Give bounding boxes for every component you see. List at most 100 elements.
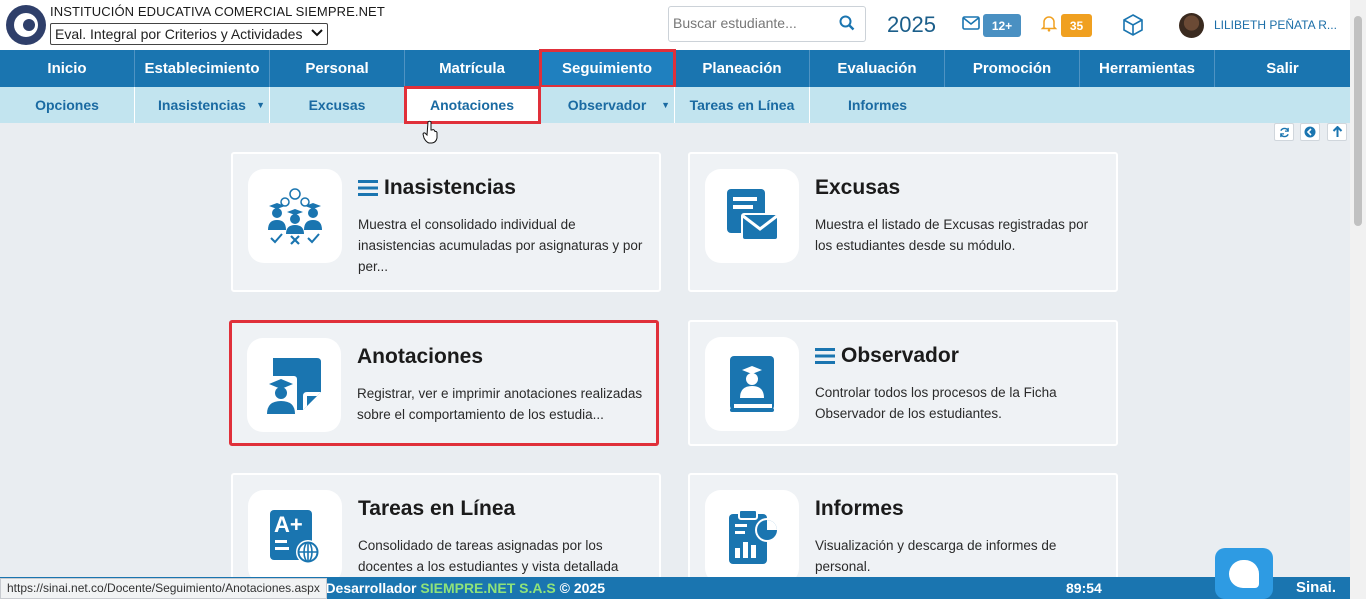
annotation-icon <box>265 358 321 414</box>
card-description: Controlar todos los procesos de la Ficha… <box>815 385 1057 421</box>
subnav-label: Observador <box>567 97 647 113</box>
subnav-label: Tareas en Línea <box>689 97 795 113</box>
excuse-mail-icon <box>727 189 779 241</box>
card-icon-box <box>705 490 799 584</box>
avatar[interactable] <box>1179 13 1204 38</box>
card-description: Registrar, ver e imprimir anotaciones re… <box>357 386 643 422</box>
subnav-item-inasistencias[interactable]: Inasistencias ▼ <box>135 87 270 123</box>
scroll-top-button[interactable] <box>1327 123 1347 141</box>
student-search[interactable] <box>668 6 866 42</box>
subnav-item-informes[interactable]: Informes <box>810 87 945 123</box>
subnav-item-tareas-en-linea[interactable]: Tareas en Línea <box>675 87 810 123</box>
session-timer: 89:54 <box>1066 580 1102 596</box>
nav-item-personal[interactable]: Personal <box>270 50 405 87</box>
nav-label: Promoción <box>972 60 1052 77</box>
card-excusas[interactable]: Excusas Muestra el listado de Excusas re… <box>688 152 1118 292</box>
status-url-bar: https://sinai.net.co/Docente/Seguimiento… <box>0 578 327 599</box>
dev-prefix: o Desarrollador <box>313 580 417 596</box>
reports-icon <box>729 509 779 564</box>
card-title-text: Inasistencias <box>384 176 516 199</box>
institution-logo <box>6 5 46 45</box>
back-circle-icon <box>1304 126 1316 138</box>
subnav-item-observador[interactable]: Observador ▼ <box>540 87 675 123</box>
card-title: Excusas <box>815 176 900 200</box>
user-name[interactable]: LILIBETH PEÑATA R... <box>1214 18 1337 32</box>
scrollbar-thumb[interactable] <box>1354 16 1362 226</box>
notifications-badge[interactable]: 35 <box>1061 14 1092 37</box>
nav-item-planeacion[interactable]: Planeación <box>675 50 810 87</box>
nav-item-salir[interactable]: Salir <box>1215 50 1350 87</box>
developer-credit: o Desarrollador SIEMPRE.NET S.A.S © 2025 <box>313 580 605 596</box>
card-title: Anotaciones <box>357 345 483 369</box>
card-icon-box <box>247 338 341 432</box>
subnav-item-opciones[interactable]: Opciones <box>0 87 135 123</box>
main-nav: Inicio Establecimiento Personal Matrícul… <box>0 49 1350 88</box>
card-title: Inasistencias <box>358 176 516 200</box>
observer-book-icon <box>730 356 774 412</box>
card-observador[interactable]: Observador Controlar todos los procesos … <box>688 320 1118 446</box>
subnav-label: Inasistencias <box>158 97 246 113</box>
card-inasistencias[interactable]: Inasistencias Muestra el consolidado ind… <box>231 152 661 292</box>
refresh-button[interactable] <box>1274 123 1294 141</box>
caret-down-icon: ▼ <box>661 100 670 110</box>
subnav-label: Informes <box>847 97 908 113</box>
refresh-icon <box>1279 127 1289 137</box>
svg-text:A+: A+ <box>274 512 303 537</box>
mail-icon[interactable] <box>962 16 980 30</box>
nav-item-evaluacion[interactable]: Evaluación <box>810 50 945 87</box>
subnav-label: Opciones <box>35 97 99 113</box>
nav-item-promocion[interactable]: Promoción <box>945 50 1080 87</box>
card-icon-box <box>248 169 342 263</box>
nav-item-inicio[interactable]: Inicio <box>0 50 135 87</box>
messages-badge[interactable]: 12+ <box>983 14 1021 37</box>
attendance-icon <box>268 188 322 245</box>
back-button[interactable] <box>1300 123 1320 141</box>
card-title-text: Observador <box>841 344 959 367</box>
nav-label: Salir <box>1266 60 1299 77</box>
card-description: Visualización y descarga de informes de … <box>815 538 1057 574</box>
nav-label: Establecimiento <box>144 60 260 77</box>
search-input[interactable] <box>673 15 823 31</box>
chevron-down-icon <box>311 28 323 40</box>
card-icon-box <box>705 337 799 431</box>
nav-label: Seguimiento <box>561 60 652 77</box>
card-title-text: Excusas <box>815 176 901 199</box>
nav-label: Planeación <box>702 60 782 77</box>
dev-brand[interactable]: SIEMPRE.NET S.A.S <box>420 580 555 596</box>
subnav-label: Anotaciones <box>429 97 514 113</box>
school-year: 2025 <box>887 12 936 37</box>
card-anotaciones[interactable]: Anotaciones Registrar, ver e imprimir an… <box>229 320 659 446</box>
chat-button[interactable] <box>1215 548 1273 599</box>
nav-item-herramientas[interactable]: Herramientas <box>1080 50 1215 87</box>
subnav-label: Excusas <box>308 97 366 113</box>
sinai-logo: Sinai. <box>1296 579 1337 596</box>
subnav-item-anotaciones[interactable]: Anotaciones <box>404 86 541 124</box>
period-selected-value: Eval. Integral por Criterios y Actividad… <box>55 26 303 42</box>
period-select[interactable]: Eval. Integral por Criterios y Actividad… <box>50 23 328 45</box>
card-title-text: Informes <box>815 497 904 520</box>
institution-name: INSTITUCIÓN EDUCATIVA COMERCIAL SIEMPRE.… <box>50 4 385 19</box>
online-tasks-icon: A+ <box>270 510 320 564</box>
bell-icon[interactable] <box>1040 14 1058 32</box>
card-description: Muestra el consolidado individual de ina… <box>358 217 643 274</box>
arrow-up-icon <box>1332 126 1342 137</box>
nav-item-seguimiento[interactable]: Seguimiento <box>539 49 676 88</box>
menu-icon <box>358 180 378 196</box>
card-description: Muestra el listado de Excusas registrada… <box>815 217 1089 253</box>
scrollbar[interactable] <box>1350 0 1366 599</box>
card-title-text: Tareas en Línea <box>358 497 516 520</box>
copyright: © 2025 <box>559 580 605 596</box>
nav-label: Herramientas <box>1099 60 1195 77</box>
nav-label: Inicio <box>47 60 87 77</box>
nav-label: Evaluación <box>837 60 917 77</box>
search-icon[interactable] <box>839 15 855 31</box>
nav-label: Personal <box>305 60 369 77</box>
subnav-item-excusas[interactable]: Excusas <box>270 87 405 123</box>
card-icon-box <box>705 169 799 263</box>
top-header: INSTITUCIÓN EDUCATIVA COMERCIAL SIEMPRE.… <box>0 0 1350 50</box>
hand-cursor-icon <box>422 120 438 144</box>
card-title: Tareas en Línea <box>358 497 515 521</box>
nav-item-establecimiento[interactable]: Establecimiento <box>135 50 270 87</box>
nav-item-matricula[interactable]: Matrícula <box>405 50 540 87</box>
cube-icon[interactable] <box>1121 13 1145 37</box>
